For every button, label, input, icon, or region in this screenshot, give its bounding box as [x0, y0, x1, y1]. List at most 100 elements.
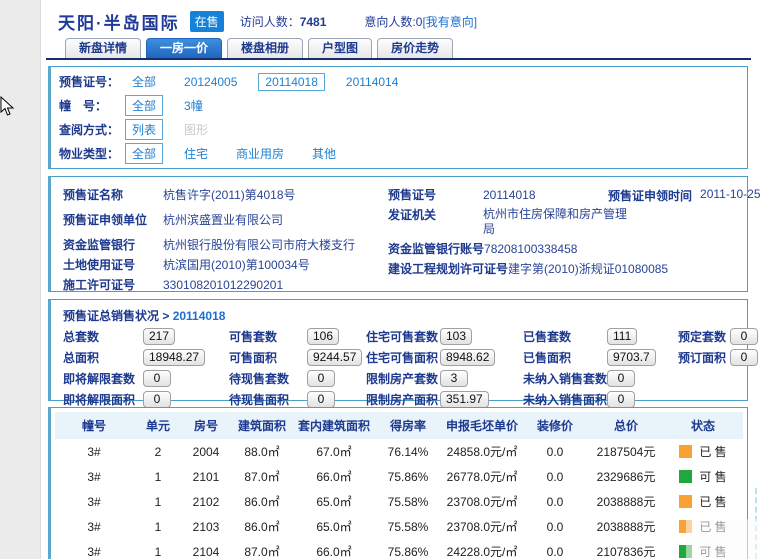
info-row: 资金监管银行账号78208100338458: [388, 241, 698, 257]
status-row: 即将解限套数 0 待现售套数 0 限制房产套数 3 未纳入销售套数 0: [63, 370, 747, 387]
visitor-count-value: 7481: [299, 15, 327, 29]
filter-option-commercial[interactable]: 商业用房: [229, 143, 291, 164]
info-value: 330108201012290201: [163, 278, 284, 292]
value-pill: 9244.57: [307, 349, 363, 366]
filter-section: 预售证号： 全部 20124005 20114018 20114014 幢 号：…: [48, 66, 748, 169]
status-row: 总套数 217 可售套数 106 住宅可售套数 103 已售套数 111 预定套数 0: [63, 328, 758, 345]
sales-status-section: 预售证总销售状况 > 20114018 总套数 217 可售套数 106 住宅可售套…: [48, 299, 758, 408]
info-label: 施工许可证号: [63, 278, 136, 292]
status-square-available: [679, 470, 693, 483]
info-label: 预售证申领时间: [608, 189, 693, 203]
info-label: 资金监管银行: [63, 238, 136, 252]
filter-row-view-mode: 查阅方式： 列表 图形: [59, 119, 747, 140]
value-pill: 0: [607, 370, 635, 387]
info-value: 建字第(2010)浙规证01080085: [508, 262, 669, 276]
info-row: 土地使用证号 杭滨国用(2010)第100034号: [63, 257, 355, 273]
filter-label: 幢 号：: [59, 99, 108, 113]
info-label: 资金监管银行账号: [388, 242, 485, 256]
info-row: 预售证申领单位 杭州滨盛置业有限公司: [63, 212, 355, 228]
table-row: 3# 1 2102 86.0㎡ 65.0㎡ 75.58% 23708.0元/㎡ 0.0 2038…: [87, 494, 727, 510]
col-decoration-price: 装修价: [521, 412, 589, 439]
visitor-count: 访问人数：7481: [240, 13, 327, 30]
tab-underline: [46, 58, 751, 60]
info-row: 预售证名称 杭售许字(2011)第4018号: [63, 187, 355, 203]
value-pill: 217: [143, 328, 176, 345]
status-text: 已 售: [699, 445, 727, 459]
intent-count-label: 意向人数:: [364, 15, 416, 29]
info-row: 发证机关 杭州市住房保障和房产管理局: [388, 207, 698, 237]
status-text: 可 售: [699, 470, 727, 484]
permit-info-left-column: 预售证名称 杭售许字(2011)第4018号 预售证申领单位 杭州滨盛置业有限公司 …: [63, 187, 355, 297]
intent-count: 意向人数:0[我有意向]: [364, 13, 477, 30]
value-pill: 18948.27: [143, 349, 206, 366]
info-label: 预售证申领单位: [63, 213, 148, 227]
site-header: 天阳·半岛国际 在售 访问人数：7481 意向人数:0[我有意向]: [58, 9, 477, 34]
info-row: 施工许可证号 330108201012290201: [63, 277, 355, 293]
page: 天阳·半岛国际 在售 访问人数：7481 意向人数:0[我有意向] 新盘详情 一…: [0, 0, 780, 559]
price-table: 幢号 单元 房号 建筑面积 套内建筑面积 得房率 申报毛坯单价 装修价 总价 状…: [55, 412, 743, 559]
value-pill: 0: [307, 391, 335, 408]
info-value: 杭州滨盛置业有限公司: [163, 213, 284, 227]
permit-apply-time: 预售证申领时间 2011-10-25: [608, 187, 761, 204]
sales-status-title: 预售证总销售状况 > 20114018: [63, 307, 747, 324]
tab-photo-album[interactable]: 楼盘相册: [227, 38, 304, 59]
table-row: 3# 1 2104 87.0㎡ 66.0㎡ 75.86% 24228.0元/㎡ 0.0 2107…: [55, 539, 743, 559]
sales-status-title-label: 预售证总销售状况 >: [63, 309, 170, 323]
info-value: 杭州市住房保障和房产管理局: [483, 207, 628, 236]
watermark: [686, 519, 760, 559]
col-inner-area: 套内建筑面积: [295, 412, 373, 439]
filter-option-all[interactable]: 全部: [125, 71, 163, 92]
value-pill: 0: [143, 370, 171, 387]
info-row: 资金监管银行 杭州银行股份有限公司市府大楼支行: [63, 237, 355, 253]
filter-option-all-selected[interactable]: 全部: [125, 95, 164, 116]
filter-option-building-3[interactable]: 3幢: [177, 95, 210, 116]
info-value: 杭州银行股份有限公司市府大楼支行: [163, 238, 356, 252]
value-pill: 351.97: [440, 391, 489, 408]
col-unit: 单元: [133, 412, 183, 439]
info-row: 建设工程规划许可证号建字第(2010)浙规证01080085: [388, 261, 698, 277]
intent-link[interactable]: [我有意向]: [422, 15, 477, 29]
status-square-sold: [679, 445, 693, 458]
col-status: 状态: [663, 412, 743, 439]
tab-price-trend[interactable]: 房价走势: [377, 38, 454, 59]
filter-row-permit-no: 预售证号： 全部 20124005 20114018 20114014: [59, 72, 747, 91]
value-pill: 0: [307, 370, 335, 387]
filter-option-residential[interactable]: 住宅: [177, 143, 215, 164]
filter-option-20124005[interactable]: 20124005: [177, 73, 244, 91]
col-unit-price: 申报毛坯单价: [443, 412, 521, 439]
filter-option-other[interactable]: 其他: [305, 143, 343, 164]
table-row: 3# 1 2101 87.0㎡ 66.0㎡ 75.86% 26778.0元/㎡ 0.0 2329…: [87, 469, 727, 485]
info-value: 20114018: [483, 188, 536, 202]
left-gutter: [0, 0, 41, 559]
status-square-sold: [679, 495, 693, 508]
tab-bar: 新盘详情 一房一价 楼盘相册 户型图 房价走势: [65, 38, 454, 59]
filter-option-graphic-disabled: 图形: [184, 123, 209, 137]
status-text: 已 售: [699, 495, 727, 509]
filter-option-20114018-selected[interactable]: 20114018: [258, 72, 325, 91]
tab-price-per-unit[interactable]: 一房一价: [146, 38, 223, 59]
col-building: 幢号: [55, 412, 133, 439]
value-pill: 3: [440, 370, 468, 387]
info-value: 杭滨国用(2010)第100034号: [163, 258, 310, 272]
info-label: 发证机关: [388, 208, 437, 222]
filter-option-20114014[interactable]: 20114014: [339, 73, 406, 91]
info-label: 预售证名称: [63, 188, 124, 202]
status-row: 即将解限面积 0 待现售面积 0 限制房产面积 351.97 未纳入销售面积 0: [63, 391, 747, 408]
status-row: 总面积 18948.27 可售面积 9244.57 住宅可售面积 8948.62 已售…: [63, 349, 758, 366]
page-title: 天阳·半岛国际: [58, 14, 180, 33]
filter-option-list-selected[interactable]: 列表: [125, 119, 164, 140]
value-pill: 0: [730, 349, 758, 366]
filter-row-building: 幢 号： 全部 3幢: [59, 95, 747, 116]
info-value: 78208100338458: [484, 242, 578, 256]
tab-new-property-details[interactable]: 新盘详情: [65, 38, 142, 59]
value-pill: 111: [607, 328, 638, 345]
permit-info-section: 预售证名称 杭售许字(2011)第4018号 预售证申领单位 杭州滨盛置业有限公司 …: [48, 176, 761, 292]
filter-option-all-selected[interactable]: 全部: [125, 143, 164, 164]
tab-floor-plans[interactable]: 户型图: [308, 38, 373, 59]
main-content: 天阳·半岛国际 在售 访问人数：7481 意向人数:0[我有意向] 新盘详情 一…: [41, 0, 780, 559]
table-row: 3# 2 2004 88.0㎡ 67.0㎡ 76.14% 24858.0元/㎡ 0.0 2187…: [87, 444, 727, 460]
value-pill: 9703.7: [607, 349, 656, 366]
filter-label: 物业类型：: [59, 147, 120, 161]
col-gross-area: 建筑面积: [229, 412, 295, 439]
on-sale-badge: 在售: [189, 11, 224, 32]
